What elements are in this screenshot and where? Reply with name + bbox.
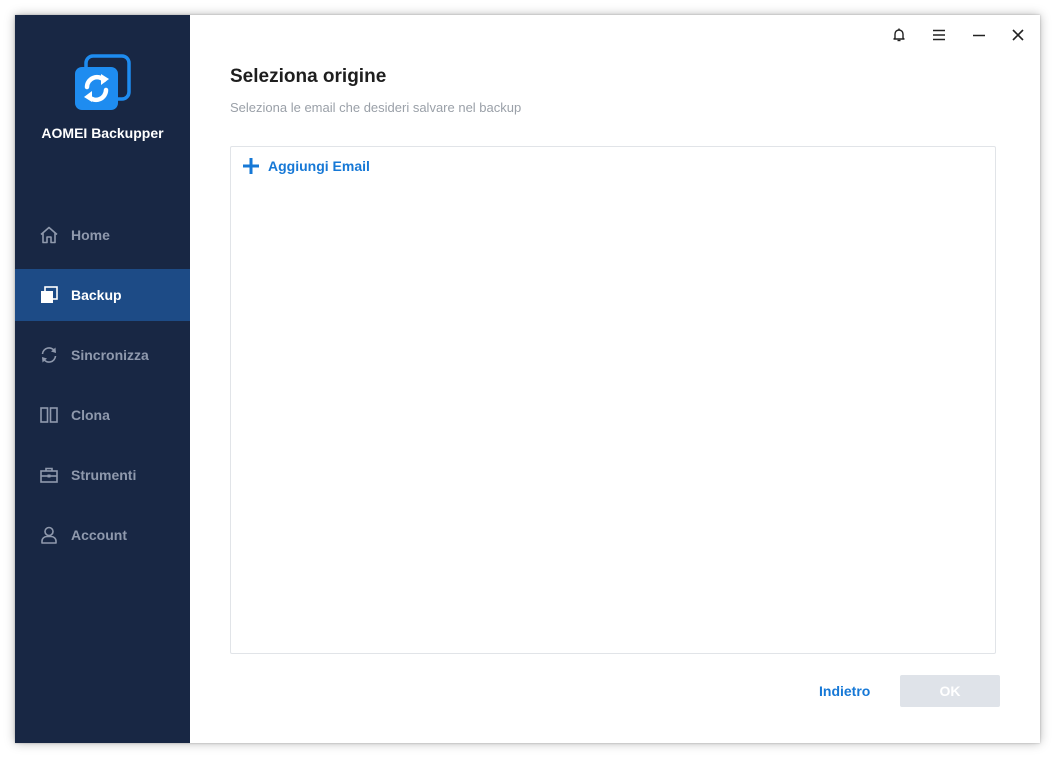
sidebar-item-label: Home bbox=[71, 227, 110, 243]
sidebar-item-clona[interactable]: Clona bbox=[15, 389, 190, 441]
close-button[interactable] bbox=[1006, 24, 1030, 46]
sidebar-item-label: Account bbox=[71, 527, 127, 543]
home-icon bbox=[38, 224, 60, 246]
app-logo-icon bbox=[73, 54, 131, 112]
sidebar-item-label: Sincronizza bbox=[71, 347, 149, 363]
sidebar-item-home[interactable]: Home bbox=[15, 209, 190, 261]
plus-icon bbox=[243, 158, 259, 174]
sidebar-item-sincronizza[interactable]: Sincronizza bbox=[15, 329, 190, 381]
notification-bell-button[interactable] bbox=[887, 24, 911, 46]
page-title: Seleziona origine bbox=[230, 66, 387, 87]
back-button[interactable]: Indietro bbox=[819, 683, 870, 699]
app-name: AOMEI Backupper bbox=[41, 125, 164, 141]
menu-button[interactable] bbox=[927, 24, 951, 46]
hamburger-menu-icon bbox=[933, 29, 945, 41]
minimize-icon bbox=[973, 34, 985, 37]
add-email-button[interactable]: Aggiungi Email bbox=[242, 157, 370, 175]
sidebar-item-account[interactable]: Account bbox=[15, 509, 190, 561]
sidebar-item-label: Backup bbox=[71, 287, 122, 303]
app-window: AOMEI Backupper Home Backup Sincronizza … bbox=[15, 15, 1040, 743]
sidebar-item-backup[interactable]: Backup bbox=[15, 269, 190, 321]
bell-icon bbox=[893, 28, 905, 42]
sidebar-item-label: Strumenti bbox=[71, 467, 137, 483]
add-email-label: Aggiungi Email bbox=[268, 158, 370, 174]
close-icon bbox=[1012, 29, 1024, 41]
email-list-panel: Aggiungi Email bbox=[230, 146, 996, 654]
minimize-button[interactable] bbox=[967, 24, 991, 46]
sync-icon bbox=[38, 344, 60, 366]
page-subtitle: Seleziona le email che desideri salvare … bbox=[230, 100, 522, 115]
user-icon bbox=[38, 524, 60, 546]
backup-icon bbox=[38, 284, 60, 306]
ok-button[interactable]: OK bbox=[900, 675, 1000, 707]
sidebar: AOMEI Backupper Home Backup Sincronizza … bbox=[15, 15, 190, 743]
clone-icon bbox=[38, 404, 60, 426]
toolbox-icon bbox=[38, 464, 60, 486]
sidebar-item-strumenti[interactable]: Strumenti bbox=[15, 449, 190, 501]
sidebar-item-label: Clona bbox=[71, 407, 110, 423]
